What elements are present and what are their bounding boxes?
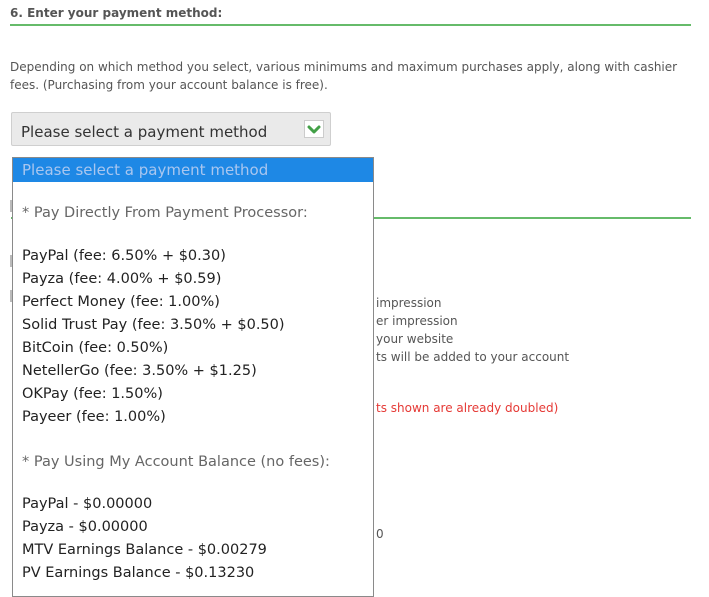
section-title-rule [10,24,691,26]
option-balance-paypal[interactable]: PayPal - $0.00000 [22,496,152,512]
payment-method-dropdown[interactable]: Please select a payment method * Pay Dir… [12,157,374,597]
background-warning-line: ts shown are already doubled) [376,401,559,415]
option-group-label: * Pay Using My Account Balance (no fees)… [22,454,330,470]
option-payeer[interactable]: Payeer (fee: 1.00%) [22,409,166,425]
background-text-line: 0 [376,527,384,541]
background-text-line: ts will be added to your account [376,350,570,364]
payment-method-select-label: Please select a payment method [21,123,268,141]
background-text-line: your website [376,332,454,346]
background-text-line: impression [376,296,442,310]
option-payza[interactable]: Payza (fee: 4.00% + $0.59) [22,271,221,287]
section-title: 6. Enter your payment method: [10,6,223,20]
option-perfect-money[interactable]: Perfect Money (fee: 1.00%) [22,294,220,310]
dropdown-option-highlighted[interactable]: Please select a payment method [13,158,373,182]
option-netellergo[interactable]: NetellerGo (fee: 3.50% + $1.25) [22,363,257,379]
option-solid-trust-pay[interactable]: Solid Trust Pay (fee: 3.50% + $0.50) [22,317,285,333]
background-text-line: er impression [376,314,458,328]
option-paypal[interactable]: PayPal (fee: 6.50% + $0.30) [22,248,226,264]
option-balance-mtv-earnings[interactable]: MTV Earnings Balance - $0.00279 [22,542,267,558]
option-balance-pv-earnings[interactable]: PV Earnings Balance - $0.13230 [22,565,254,581]
section-description: Depending on which method you select, va… [10,60,678,92]
payment-method-select[interactable]: Please select a payment method [11,112,331,146]
option-okpay[interactable]: OKPay (fee: 1.50%) [22,386,163,402]
chevron-down-icon [304,120,324,138]
option-group-label: * Pay Directly From Payment Processor: [22,205,308,221]
option-balance-payza[interactable]: Payza - $0.00000 [22,519,148,535]
option-bitcoin[interactable]: BitCoin (fee: 0.50%) [22,340,168,356]
